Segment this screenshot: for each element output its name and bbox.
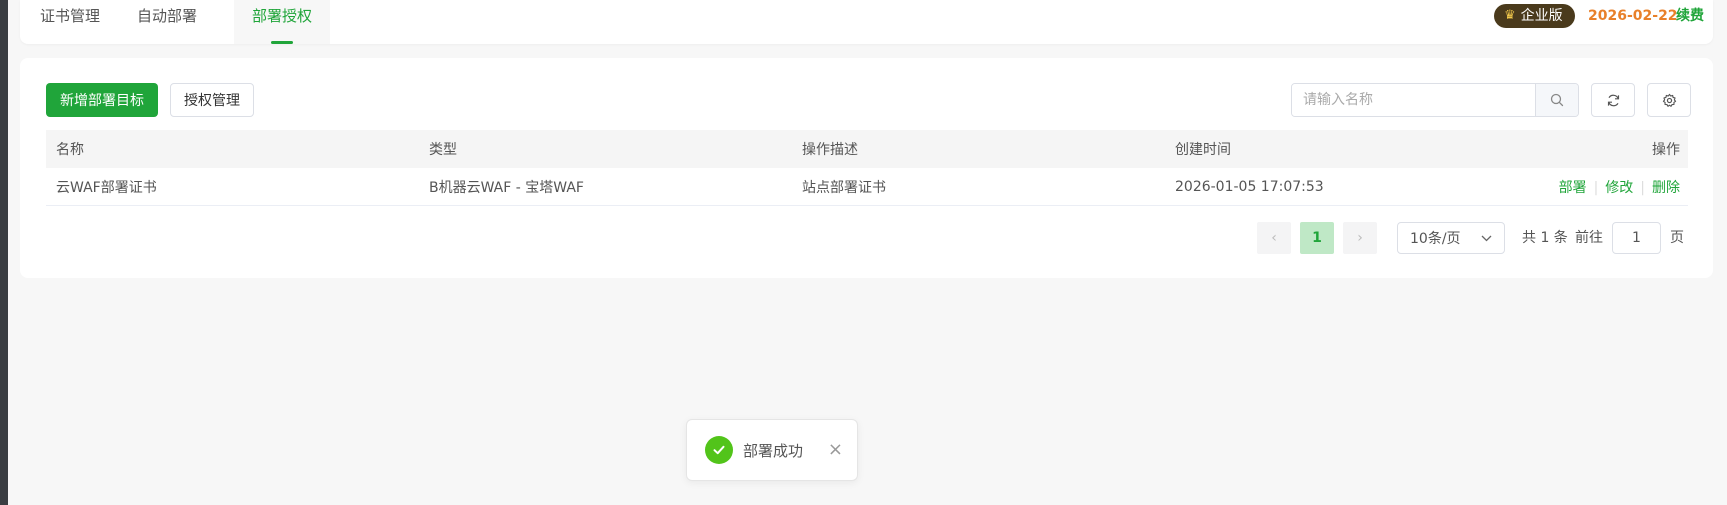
column-header-description: 操作描述: [802, 142, 858, 158]
search-icon: [1550, 93, 1564, 107]
deploy-target-table: 名称 类型 操作描述 创建时间 操作 云WAF部署证书 B机器云WAF - 宝塔…: [46, 130, 1688, 206]
enterprise-badge[interactable]: ♛ 企业版: [1494, 4, 1575, 28]
column-header-actions: 操作: [1652, 142, 1680, 158]
goto-label: 前往: [1575, 230, 1603, 246]
check-circle-icon: [705, 436, 733, 464]
close-icon[interactable]: ×: [828, 441, 843, 459]
search-box: [1291, 83, 1579, 117]
column-header-name: 名称: [56, 142, 84, 158]
column-header-type: 类型: [429, 142, 457, 158]
cell-type: B机器云WAF - 宝塔WAF: [429, 179, 584, 196]
goto-page-input[interactable]: [1612, 222, 1661, 254]
crown-icon: ♛: [1504, 8, 1516, 23]
expire-date: 2026-02-22: [1588, 8, 1678, 24]
page-size-value: 10条/页: [1410, 231, 1461, 247]
table-header: 名称 类型 操作描述 创建时间 操作: [46, 130, 1688, 168]
gear-icon: [1662, 93, 1676, 107]
search-button[interactable]: [1535, 84, 1578, 116]
cell-created: 2026-01-05 17:07:53: [1175, 178, 1324, 195]
chevron-left-icon: ‹: [1271, 230, 1277, 246]
main-card: 新增部署目标 授权管理 名称 类型 操作描述 创建时间 操作: [20, 58, 1713, 278]
success-toast: 部署成功 ×: [686, 419, 858, 481]
renew-link[interactable]: 续费: [1676, 6, 1704, 26]
enterprise-label: 企业版: [1520, 8, 1563, 24]
page-size-select[interactable]: 10条/页: [1397, 222, 1505, 254]
next-page-button[interactable]: ›: [1343, 222, 1377, 254]
toast-message: 部署成功: [743, 441, 804, 460]
action-separator: |: [1593, 179, 1599, 196]
settings-button[interactable]: [1647, 83, 1691, 117]
delete-link[interactable]: 删除: [1652, 180, 1680, 196]
top-tab-bar: 证书管理 自动部署 部署授权: [20, 0, 1713, 44]
page-unit-label: 页: [1670, 230, 1684, 246]
edit-link[interactable]: 修改: [1605, 180, 1633, 196]
total-count: 共 1 条: [1522, 230, 1568, 246]
tab-auto-deploy[interactable]: 自动部署: [136, 0, 198, 44]
column-header-created: 创建时间: [1175, 142, 1231, 158]
chevron-right-icon: ›: [1357, 230, 1363, 246]
prev-page-button[interactable]: ‹: [1257, 222, 1291, 254]
search-input[interactable]: [1292, 84, 1535, 116]
cell-name: 云WAF部署证书: [56, 179, 157, 196]
window-left-edge: [0, 0, 8, 505]
action-separator: |: [1640, 179, 1645, 196]
table-row: 云WAF部署证书 B机器云WAF - 宝塔WAF 站点部署证书 2026-01-…: [46, 168, 1688, 206]
refresh-button[interactable]: [1591, 83, 1635, 117]
deploy-link[interactable]: 部署: [1559, 180, 1587, 196]
page-number-current[interactable]: 1: [1300, 222, 1334, 254]
cell-description: 站点部署证书: [802, 179, 886, 196]
refresh-icon: [1607, 94, 1619, 106]
tab-deploy-authorization[interactable]: 部署授权: [234, 0, 330, 44]
tab-cert-management[interactable]: 证书管理: [40, 0, 100, 44]
auth-management-button[interactable]: 授权管理: [170, 83, 254, 117]
add-deploy-target-button[interactable]: 新增部署目标: [46, 83, 158, 117]
chevron-down-icon: [1481, 235, 1492, 241]
cell-actions: 部署 | 修改 | 删除: [1538, 177, 1688, 197]
